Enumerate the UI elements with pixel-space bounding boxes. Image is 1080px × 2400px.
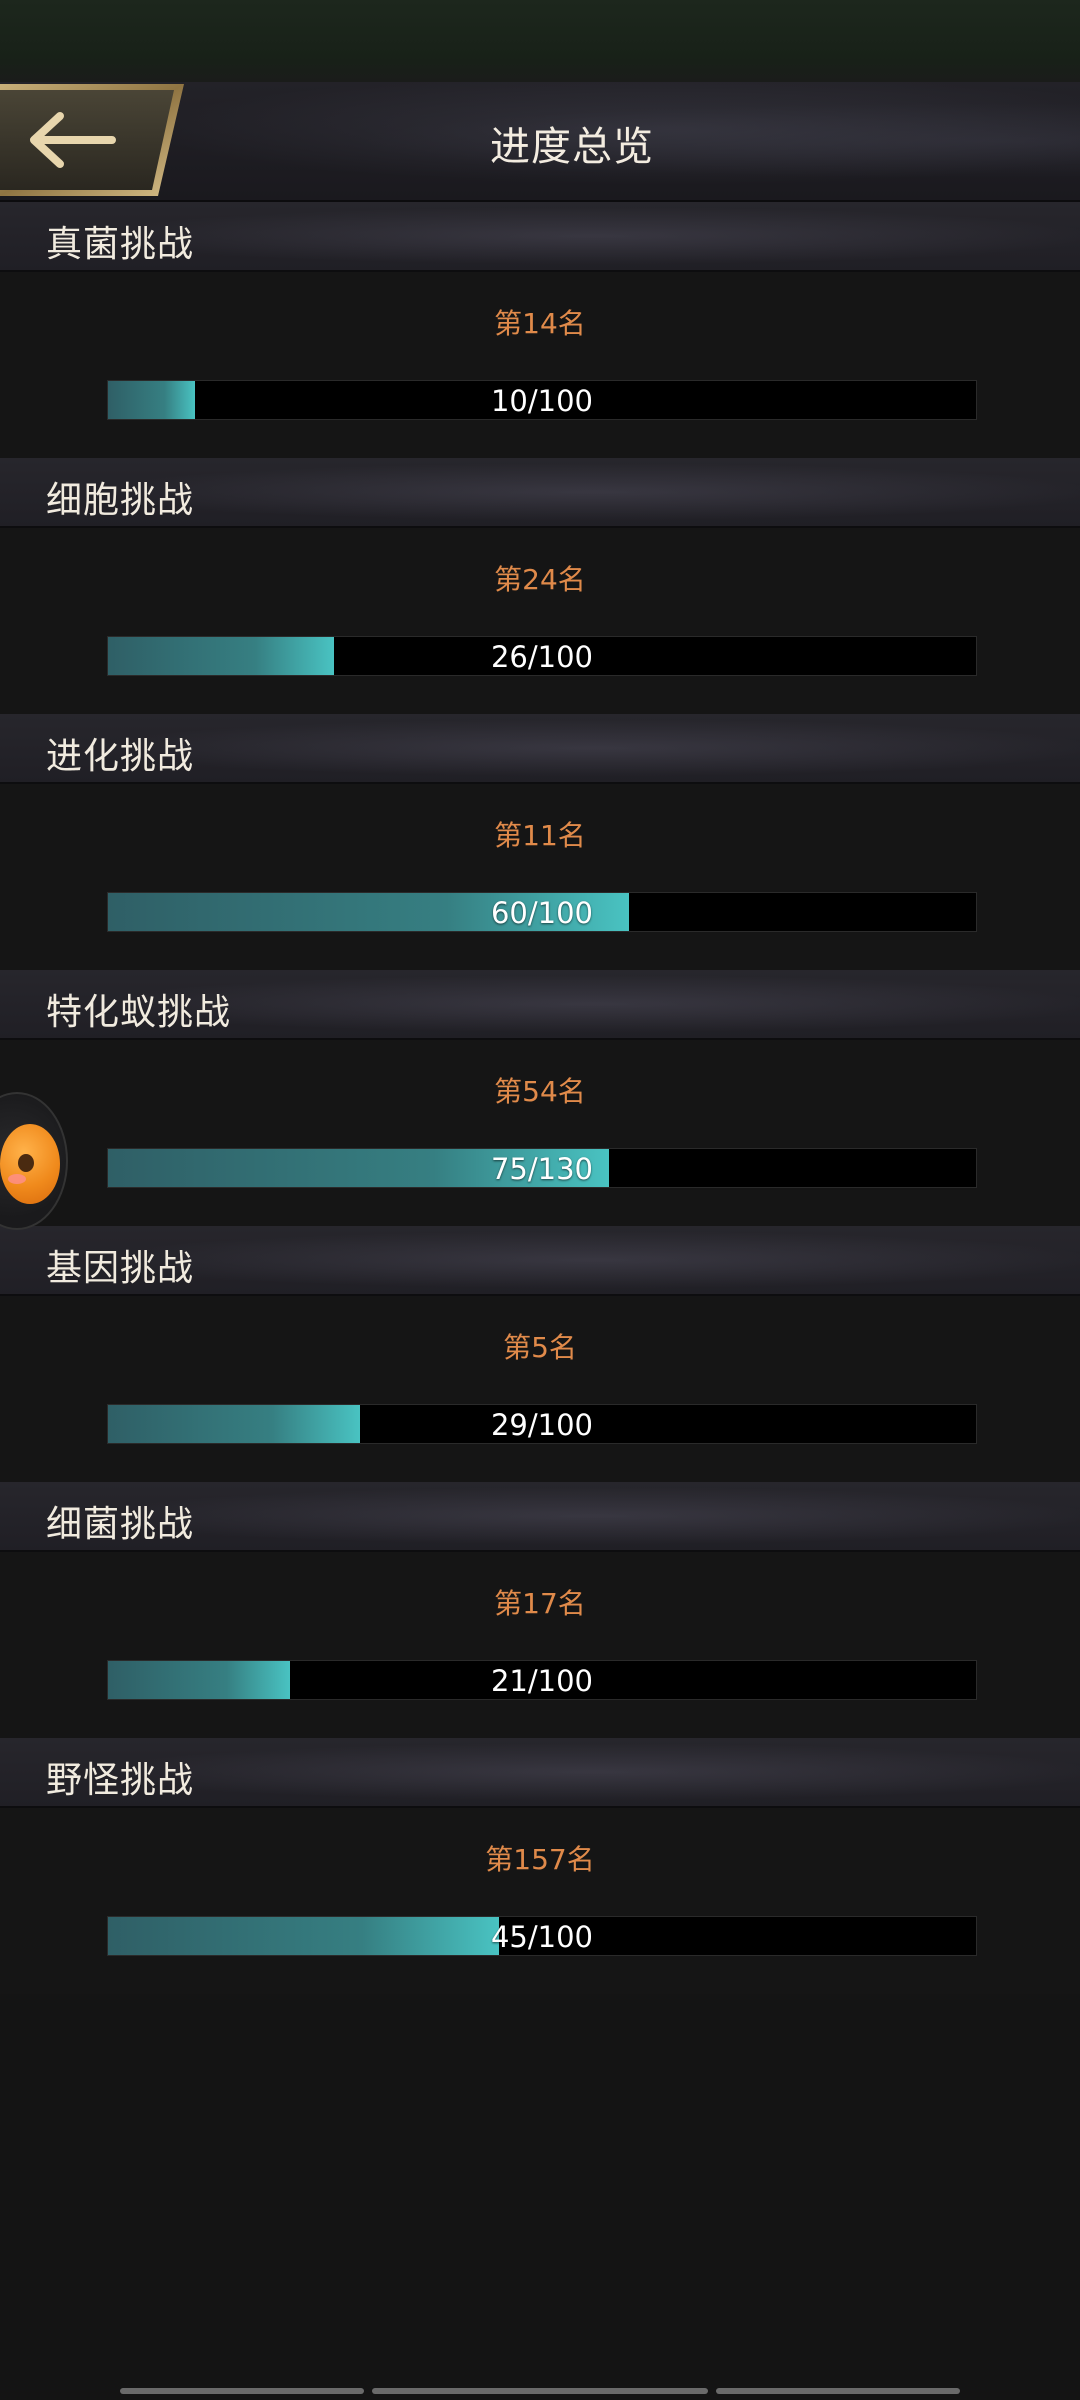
progress-bar: 29/100 xyxy=(107,1404,977,1444)
progress-bar: 21/100 xyxy=(107,1660,977,1700)
challenge-section: 野怪挑战 第157名 45/100 xyxy=(0,1738,1080,1994)
scroll-segment xyxy=(120,2388,364,2394)
challenge-header: 细胞挑战 xyxy=(0,458,1080,528)
challenge-body: 第17名 21/100 xyxy=(0,1552,1080,1738)
challenge-list: 真菌挑战 第14名 10/100 细胞挑战 第24名 26/100 进化挑战 第… xyxy=(0,202,1080,1994)
challenge-header: 真菌挑战 xyxy=(0,202,1080,272)
challenge-title: 细胞挑战 xyxy=(46,480,195,521)
rank-label: 第14名 xyxy=(494,307,586,340)
challenge-title: 真菌挑战 xyxy=(46,224,195,265)
progress-bar: 26/100 xyxy=(107,636,977,676)
challenge-section: 进化挑战 第11名 60/100 xyxy=(0,714,1080,970)
challenge-title: 进化挑战 xyxy=(46,736,195,777)
rank-label: 第157名 xyxy=(485,1843,595,1876)
progress-text: 26/100 xyxy=(490,640,594,674)
rank-label: 第17名 xyxy=(494,1587,586,1620)
challenge-section: 细菌挑战 第17名 21/100 xyxy=(0,1482,1080,1738)
challenge-title: 特化蚁挑战 xyxy=(46,992,232,1033)
challenge-section: 特化蚁挑战 第54名 75/130 xyxy=(0,970,1080,1226)
rank-label: 第11名 xyxy=(494,819,586,852)
challenge-title: 细菌挑战 xyxy=(46,1504,195,1545)
mascot-eye xyxy=(18,1154,34,1172)
progress-overview-screen: 进度总览 真菌挑战 第14名 10/100 细胞挑战 第24名 26/100 进… xyxy=(0,0,1080,2400)
page-title: 进度总览 xyxy=(490,124,654,170)
progress-text: 21/100 xyxy=(490,1664,594,1698)
rank-label: 第24名 xyxy=(494,563,586,596)
challenge-header: 特化蚁挑战 xyxy=(0,970,1080,1040)
challenge-section: 真菌挑战 第14名 10/100 xyxy=(0,202,1080,458)
challenge-body: 第157名 45/100 xyxy=(0,1808,1080,1994)
header-bar: 进度总览 xyxy=(0,82,1080,202)
progress-bar: 60/100 xyxy=(107,892,977,932)
mascot-cheek xyxy=(8,1174,26,1184)
rank-label: 第5名 xyxy=(503,1331,577,1364)
challenge-body: 第5名 29/100 xyxy=(0,1296,1080,1482)
challenge-body: 第54名 75/130 xyxy=(0,1040,1080,1226)
progress-bar: 75/130 xyxy=(107,1148,977,1188)
challenge-title: 野怪挑战 xyxy=(46,1760,195,1801)
challenge-header: 进化挑战 xyxy=(0,714,1080,784)
challenge-header: 细菌挑战 xyxy=(0,1482,1080,1552)
page-scroll-indicator xyxy=(0,2388,1080,2396)
challenge-body: 第11名 60/100 xyxy=(0,784,1080,970)
challenge-section: 基因挑战 第5名 29/100 xyxy=(0,1226,1080,1482)
rank-label: 第54名 xyxy=(494,1075,586,1108)
challenge-section: 细胞挑战 第24名 26/100 xyxy=(0,458,1080,714)
scroll-segment xyxy=(372,2388,708,2394)
progress-bar: 10/100 xyxy=(107,380,977,420)
challenge-header: 野怪挑战 xyxy=(0,1738,1080,1808)
progress-text: 29/100 xyxy=(490,1408,594,1442)
top-status-strip xyxy=(0,0,1080,82)
challenge-body: 第14名 10/100 xyxy=(0,272,1080,458)
challenge-body: 第24名 26/100 xyxy=(0,528,1080,714)
scroll-segment xyxy=(716,2388,960,2394)
mascot-avatar-icon xyxy=(0,1124,60,1204)
progress-text: 45/100 xyxy=(490,1920,594,1954)
progress-bar: 45/100 xyxy=(107,1916,977,1956)
challenge-title: 基因挑战 xyxy=(46,1248,195,1289)
challenge-header: 基因挑战 xyxy=(0,1226,1080,1296)
progress-text: 10/100 xyxy=(490,384,594,418)
progress-text: 75/130 xyxy=(490,1152,594,1186)
progress-text: 60/100 xyxy=(490,896,594,930)
